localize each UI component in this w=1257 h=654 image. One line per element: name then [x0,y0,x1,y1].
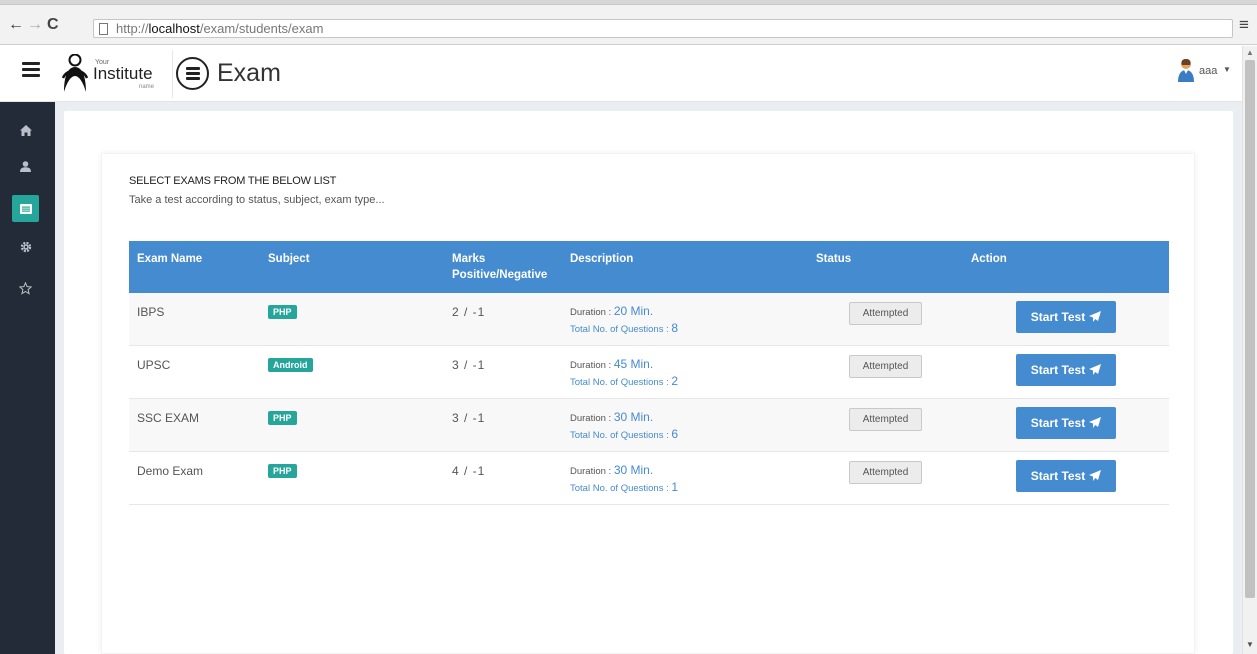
home-icon [19,125,32,136]
start-test-button[interactable]: Start Test [1016,354,1116,386]
duration-text: Duration : 30 Min. [570,410,654,424]
start-test-button[interactable]: Start Test [1016,301,1116,333]
page-scrollbar[interactable]: ▲ ▼ [1242,46,1257,654]
scroll-up-arrow-icon[interactable]: ▲ [1246,48,1254,57]
column-header-status: Status [816,253,852,265]
star-icon [19,282,32,295]
scroll-thumb[interactable] [1245,60,1255,598]
sidebar-item-favorites[interactable] [12,275,39,302]
list-heading: SELECT EXAMS FROM THE BELOW LIST [129,175,337,187]
institute-logo[interactable]: Your Institute name [55,50,173,98]
column-header-action: Action [971,253,1007,265]
user-icon [20,161,31,172]
browser-toolbar: ← → C http://localhost/exam/students/exa… [0,5,1257,45]
column-header-description: Description [570,253,634,265]
exam-table: Exam Name Subject Marks Positive/Negative… [129,241,1169,505]
marks-value: 3 / -1 [452,411,486,425]
marks-value: 2 / -1 [452,305,486,319]
status-button[interactable]: Attempted [849,302,922,325]
duration-text: Duration : 45 Min. [570,357,654,371]
page-icon [99,23,108,35]
paper-plane-icon [1089,470,1102,481]
subject-badge: PHP [268,411,297,425]
duration-text: Duration : 20 Min. [570,304,654,318]
table-row: UPSC Android 3 / -1 Duration : 45 Min. T… [129,346,1169,399]
duration-text: Duration : 30 Min. [570,463,654,477]
exam-name: UPSC [137,358,171,372]
status-button[interactable]: Attempted [849,355,922,378]
column-header-marks: Marks Positive/Negative [452,253,548,281]
questions-text: Total No. of Questions : 8 [570,321,679,335]
column-header-subject: Subject [268,253,310,265]
list-icon [19,203,32,214]
browser-menu-icon[interactable]: ≡ [1239,16,1249,33]
subject-badge: PHP [268,464,297,478]
paper-plane-icon [1089,417,1102,428]
caret-down-icon: ▼ [1223,65,1231,74]
forward-arrow-icon[interactable]: → [27,17,43,33]
table-row: Demo Exam PHP 4 / -1 Duration : 30 Min. … [129,452,1169,505]
list-subtitle: Take a test according to status, subject… [129,194,385,206]
questions-text: Total No. of Questions : 1 [570,480,679,494]
paper-plane-icon [1089,311,1102,322]
questions-text: Total No. of Questions : 6 [570,427,679,441]
table-header: Exam Name Subject Marks Positive/Negative… [129,241,1169,293]
start-test-button[interactable]: Start Test [1016,460,1116,492]
reload-icon[interactable]: C [47,17,59,33]
sidebar-item-profile[interactable] [12,153,39,180]
exam-name: IBPS [137,305,165,319]
logo-figure-icon [61,54,89,92]
status-button[interactable]: Attempted [849,408,922,431]
subject-badge: Android [268,358,313,372]
page-title: Exam [217,59,281,87]
address-bar[interactable]: http://localhost/exam/students/exam [93,19,1233,38]
exam-list-icon [176,57,209,90]
status-button[interactable]: Attempted [849,461,922,484]
exam-name: SSC EXAM [137,411,200,425]
sidebar-item-home[interactable] [12,117,39,144]
user-name: aaa [1199,65,1218,77]
table-row: IBPS PHP 2 / -1 Duration : 20 Min. Total… [129,293,1169,346]
scroll-down-arrow-icon[interactable]: ▼ [1246,640,1254,649]
column-header-exam-name: Exam Name [137,253,203,265]
gear-icon [20,241,31,252]
table-row: SSC EXAM PHP 3 / -1 Duration : 30 Min. T… [129,399,1169,452]
logo-main-text: Institute [93,64,153,83]
sidebar [0,102,55,654]
exam-name: Demo Exam [137,464,204,478]
url-text: http://localhost/exam/students/exam [116,21,324,36]
start-test-button[interactable]: Start Test [1016,407,1116,439]
subject-badge: PHP [268,305,297,319]
app-header: Your Institute name Exam aaa ▼ [0,46,1242,102]
paper-plane-icon [1089,364,1102,375]
sidebar-item-settings[interactable] [12,233,39,260]
sidebar-item-exam[interactable] [12,195,39,222]
marks-value: 3 / -1 [452,358,486,372]
user-avatar-icon [1178,59,1194,82]
marks-value: 4 / -1 [452,464,486,478]
logo-sub-text: name [139,84,155,90]
questions-text: Total No. of Questions : 2 [570,374,679,388]
back-arrow-icon[interactable]: ← [8,17,24,33]
hamburger-menu-icon[interactable] [22,62,40,78]
